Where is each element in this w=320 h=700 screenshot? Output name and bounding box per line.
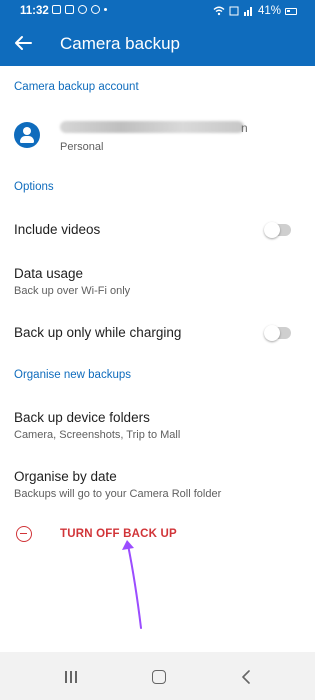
signal-icon bbox=[243, 7, 252, 16]
status-bar: 11:32 41% bbox=[0, 0, 315, 22]
device-folders-sub: Camera, Screenshots, Trip to Mall bbox=[14, 429, 181, 441]
back-icon[interactable] bbox=[240, 670, 254, 684]
section-label-organise: Organise new backups bbox=[14, 369, 131, 381]
account-email-tail: n bbox=[241, 121, 248, 135]
recent-apps-icon[interactable] bbox=[64, 671, 78, 683]
charging-toggle[interactable] bbox=[264, 325, 291, 341]
dot-icon bbox=[104, 8, 107, 11]
arrow-left-icon[interactable] bbox=[12, 32, 34, 54]
data-usage-label[interactable]: Data usage bbox=[14, 266, 83, 281]
system-nav-bar bbox=[0, 652, 315, 700]
wifi-icon bbox=[213, 6, 225, 16]
system-icons: 41% bbox=[213, 5, 297, 17]
annotation-arrow bbox=[122, 540, 142, 629]
status-time: 11:32 bbox=[20, 5, 49, 17]
include-videos-toggle[interactable] bbox=[264, 222, 291, 238]
account-type: Personal bbox=[60, 141, 104, 153]
battery-percent: 41% bbox=[257, 5, 281, 17]
battery-icon bbox=[285, 7, 297, 15]
gallery-icon bbox=[52, 5, 61, 14]
section-label-options: Options bbox=[14, 181, 54, 193]
organise-by-date-sub: Backups will go to your Camera Roll fold… bbox=[14, 488, 222, 500]
account-email-blurred bbox=[60, 121, 244, 133]
page-title: Camera backup bbox=[60, 34, 181, 53]
section-label-account: Camera backup account bbox=[14, 81, 139, 93]
include-videos-label[interactable]: Include videos bbox=[14, 222, 100, 237]
charging-label[interactable]: Back up only while charging bbox=[14, 325, 181, 340]
volte-icon bbox=[229, 6, 239, 16]
whatsapp-icon bbox=[78, 5, 87, 14]
home-icon[interactable] bbox=[152, 670, 166, 684]
message-icon bbox=[65, 5, 74, 14]
avatar-icon bbox=[14, 122, 40, 148]
turn-off-backup-button[interactable]: TURN OFF BACK UP bbox=[60, 528, 177, 540]
cloud-icon bbox=[91, 5, 100, 14]
device-folders-label[interactable]: Back up device folders bbox=[14, 410, 150, 425]
minus-circle-icon[interactable] bbox=[16, 526, 32, 542]
notification-icons bbox=[52, 5, 107, 14]
data-usage-sub: Back up over Wi-Fi only bbox=[14, 285, 131, 297]
app-bar: 11:32 41% Camera backup bbox=[0, 0, 315, 66]
organise-by-date-label[interactable]: Organise by date bbox=[14, 469, 117, 484]
